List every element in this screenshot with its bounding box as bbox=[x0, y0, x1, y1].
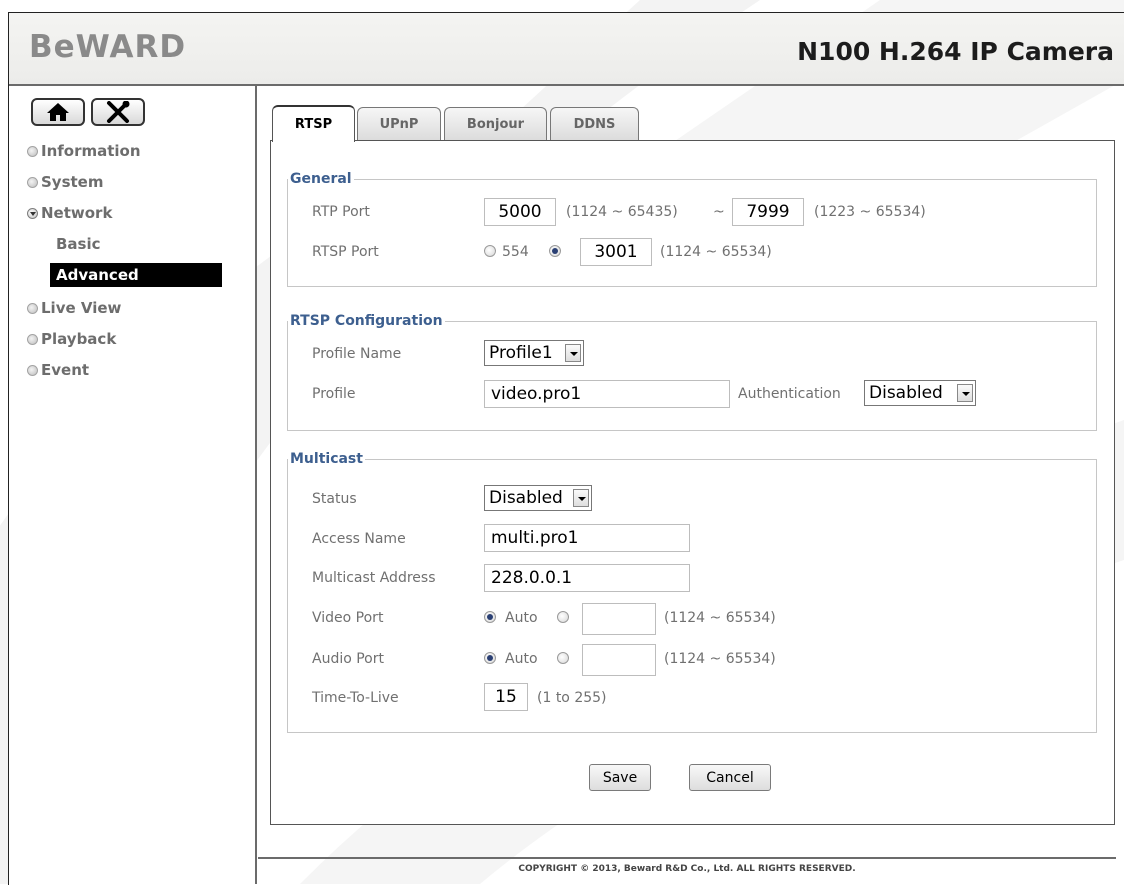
nav-network[interactable]: Network bbox=[27, 204, 112, 222]
profile-name-value: Profile1 bbox=[489, 343, 553, 363]
audio-port-range: (1124 ~ 65534) bbox=[664, 651, 776, 667]
video-port-custom-radio[interactable] bbox=[557, 611, 569, 623]
multicast-address-label: Multicast Address bbox=[312, 570, 436, 586]
bullet-icon bbox=[27, 176, 38, 188]
rtsp-port-range: (1124 ~ 65534) bbox=[660, 244, 772, 260]
time-to-live-label: Time-To-Live bbox=[312, 690, 399, 706]
expanded-bullet-icon bbox=[27, 207, 38, 219]
rtsp-port-default-option: 554 bbox=[502, 244, 529, 260]
home-icon bbox=[47, 103, 69, 121]
authentication-label: Authentication bbox=[738, 386, 841, 402]
rtsp-port-custom-radio[interactable] bbox=[549, 245, 561, 257]
multicast-legend: Multicast bbox=[290, 451, 363, 467]
nav-system-label: System bbox=[41, 173, 104, 191]
nav-network-advanced[interactable]: Advanced bbox=[50, 263, 222, 287]
footer-divider bbox=[258, 857, 1116, 859]
multicast-status-value: Disabled bbox=[489, 488, 563, 508]
settings-button[interactable] bbox=[91, 98, 145, 126]
beward-logo: BeWARD bbox=[29, 29, 187, 65]
tools-icon bbox=[107, 101, 130, 123]
nav-event[interactable]: Event bbox=[27, 361, 89, 379]
video-port-input[interactable] bbox=[582, 603, 656, 635]
audio-port-label: Audio Port bbox=[312, 651, 384, 667]
nav-information-label: Information bbox=[41, 142, 141, 160]
video-port-auto-label: Auto bbox=[505, 610, 538, 626]
multicast-status-label: Status bbox=[312, 491, 357, 507]
audio-port-auto-radio[interactable] bbox=[484, 652, 496, 664]
save-button[interactable]: Save bbox=[589, 764, 651, 791]
access-name-input[interactable]: multi.pro1 bbox=[484, 524, 690, 552]
nav-live-view-label: Live View bbox=[41, 299, 122, 317]
authentication-value: Disabled bbox=[869, 383, 943, 403]
video-port-label: Video Port bbox=[312, 610, 384, 626]
nav-network-basic[interactable]: Basic bbox=[56, 232, 222, 256]
bullet-icon bbox=[27, 302, 38, 314]
cancel-button[interactable]: Cancel bbox=[689, 764, 771, 791]
header: BeWARD N100 H.264 IP Camera bbox=[9, 13, 1124, 86]
sidebar: Information System Network Basic Advance… bbox=[9, 86, 257, 884]
audio-port-auto-label: Auto bbox=[505, 651, 538, 667]
profile-name-select[interactable]: Profile1 bbox=[484, 340, 584, 366]
rtp-port-end-range: (1223 ~ 65534) bbox=[814, 204, 926, 220]
time-to-live-range: (1 to 255) bbox=[537, 690, 607, 706]
dropdown-arrow-icon bbox=[565, 344, 581, 362]
general-legend: General bbox=[290, 171, 352, 187]
tab-rtsp[interactable]: RTSP bbox=[272, 105, 355, 142]
tab-bonjour[interactable]: Bonjour bbox=[444, 107, 547, 140]
multicast-address-input[interactable]: 228.0.0.1 bbox=[484, 564, 690, 592]
access-name-label: Access Name bbox=[312, 531, 406, 547]
video-port-auto-radio[interactable] bbox=[484, 611, 496, 623]
tilde-separator: ~ bbox=[713, 204, 725, 220]
tab-upnp[interactable]: UPnP bbox=[357, 107, 441, 140]
bullet-icon bbox=[27, 333, 38, 345]
rtp-port-label: RTP Port bbox=[312, 204, 370, 220]
multicast-status-select[interactable]: Disabled bbox=[484, 485, 592, 511]
nav-network-label: Network bbox=[41, 204, 113, 222]
general-group: General bbox=[287, 171, 1097, 287]
audio-port-custom-radio[interactable] bbox=[557, 652, 569, 664]
dropdown-arrow-icon bbox=[573, 489, 589, 507]
rtsp-configuration-legend: RTSP Configuration bbox=[290, 313, 443, 329]
profile-input[interactable]: video.pro1 bbox=[484, 380, 730, 408]
rtsp-configuration-group: RTSP Configuration bbox=[287, 313, 1097, 431]
settings-panel: General RTP Port 5000 (1124 ~ 65435) ~ 7… bbox=[270, 140, 1115, 825]
nav-playback-label: Playback bbox=[41, 330, 117, 348]
nav-event-label: Event bbox=[41, 361, 90, 379]
profile-label: Profile bbox=[312, 386, 356, 402]
time-to-live-input[interactable]: 15 bbox=[484, 683, 528, 711]
audio-port-input[interactable] bbox=[582, 644, 656, 676]
rtp-port-start-input[interactable]: 5000 bbox=[484, 198, 556, 226]
rtsp-port-default-radio[interactable] bbox=[484, 245, 496, 257]
profile-name-label: Profile Name bbox=[312, 346, 402, 362]
rtsp-port-input[interactable]: 3001 bbox=[580, 238, 652, 266]
bullet-icon bbox=[27, 145, 38, 157]
video-port-range: (1124 ~ 65534) bbox=[664, 610, 776, 626]
dropdown-arrow-icon bbox=[957, 384, 973, 402]
home-button[interactable] bbox=[31, 98, 85, 126]
nav-system[interactable]: System bbox=[27, 173, 103, 191]
nav-playback[interactable]: Playback bbox=[27, 330, 116, 348]
nav-information[interactable]: Information bbox=[27, 142, 141, 160]
authentication-select[interactable]: Disabled bbox=[864, 380, 976, 406]
rtsp-port-label: RTSP Port bbox=[312, 244, 379, 260]
rtp-port-end-input[interactable]: 7999 bbox=[732, 198, 804, 226]
multicast-group: Multicast bbox=[287, 451, 1097, 733]
bullet-icon bbox=[27, 364, 38, 376]
camera-title: N100 H.264 IP Camera bbox=[797, 37, 1114, 66]
copyright-text: COPYRIGHT © 2013, Beward R&D Co., Ltd. A… bbox=[518, 864, 856, 874]
rtp-port-start-range: (1124 ~ 65435) bbox=[566, 204, 678, 220]
nav-live-view[interactable]: Live View bbox=[27, 299, 121, 317]
tab-ddns[interactable]: DDNS bbox=[550, 107, 639, 140]
